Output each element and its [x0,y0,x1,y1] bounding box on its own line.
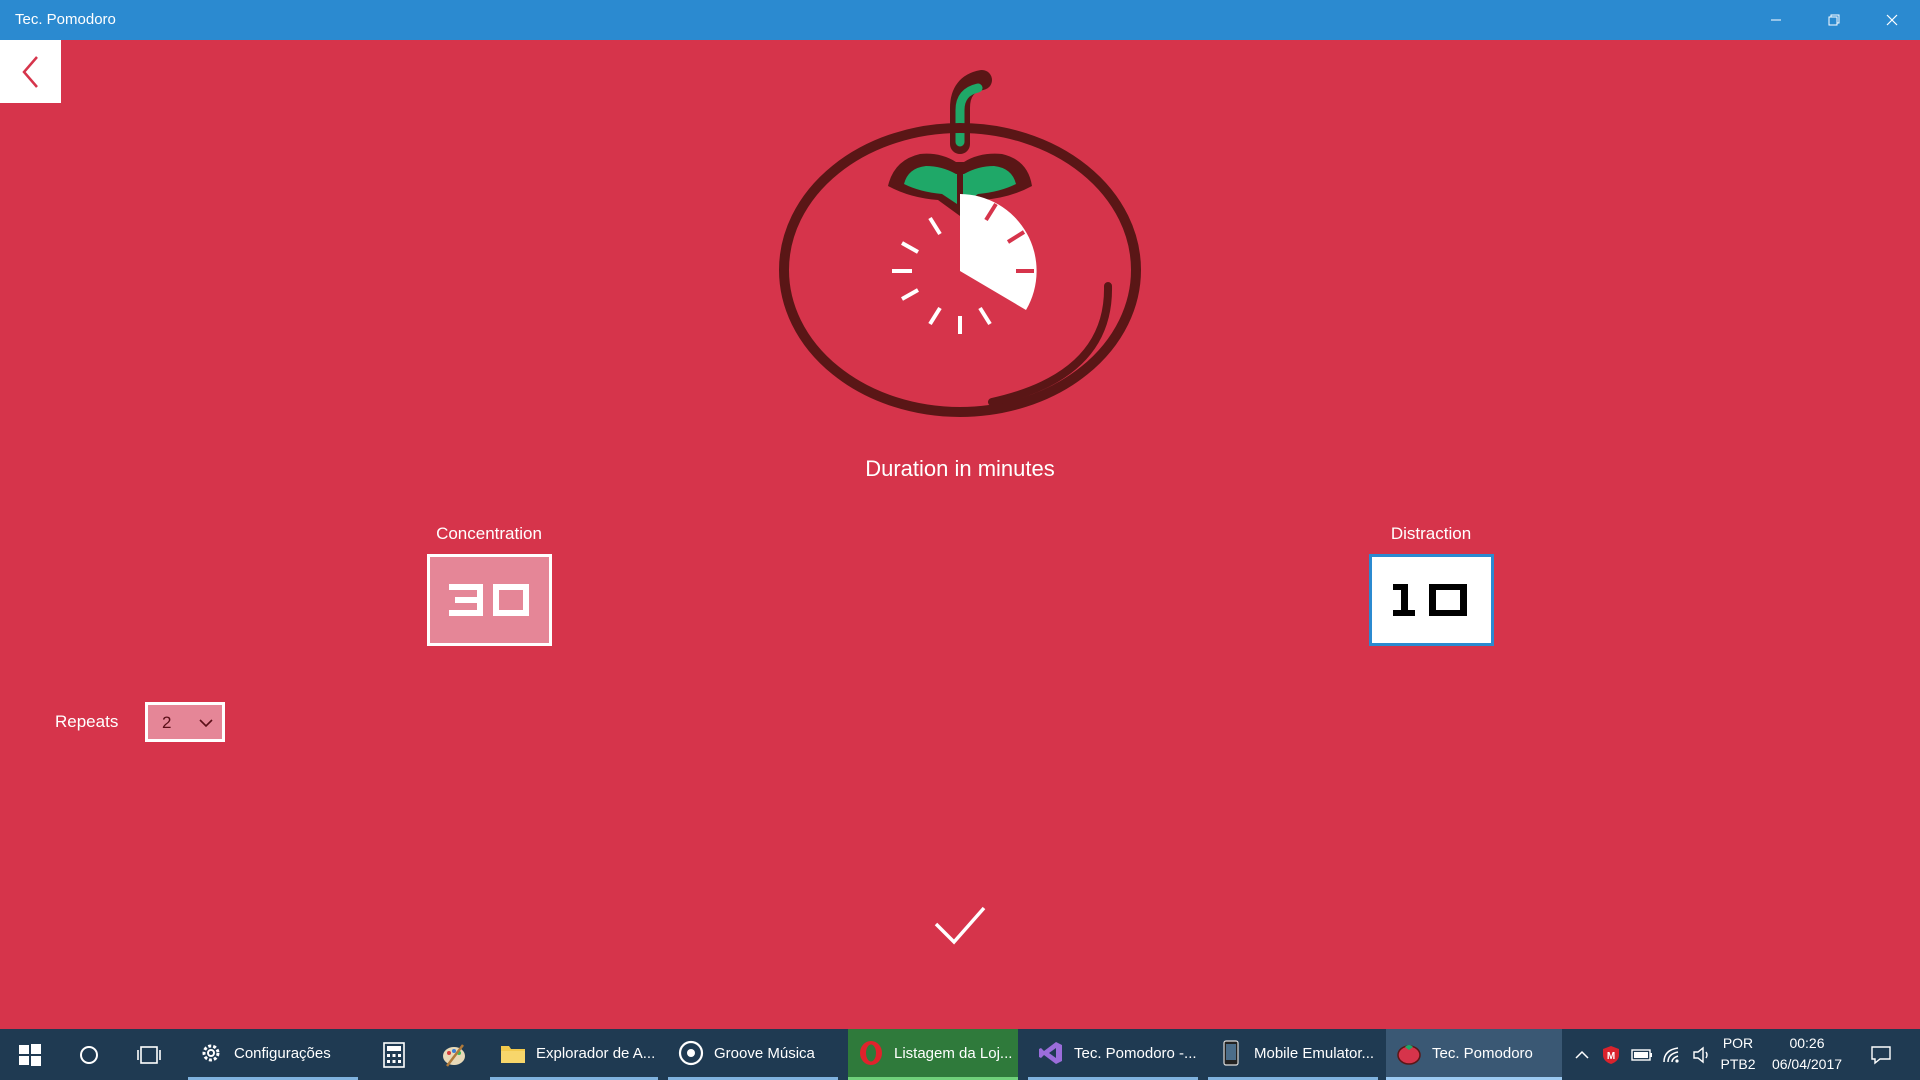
taskbar-app-label: Mobile Emulator... [1254,1044,1375,1062]
taskbar-paint[interactable] [428,1029,480,1080]
taskbar-app-label: Explorador de A... [536,1044,656,1062]
title-bar: Tec. Pomodoro [0,0,1920,40]
language-code: POR [1722,1035,1754,1051]
repeats-value: 2 [162,713,172,732]
visual-studio-icon [1038,1040,1064,1066]
folder-icon [500,1040,526,1066]
taskbar: Configurações Explorador de A... Groove … [0,1029,1920,1080]
taskbar-app-visual-studio[interactable]: Tec. Pomodoro -... [1028,1029,1198,1080]
taskbar-app-opera[interactable]: Listagem da Loj... [848,1029,1018,1080]
chevron-down-icon [199,719,213,728]
window-title: Tec. Pomodoro [15,11,116,28]
clock-time: 00:26 [1789,1035,1825,1051]
clock[interactable]: 00:26 06/04/2017 [1762,1033,1852,1075]
taskbar-app-label: Tec. Pomodoro -... [1074,1044,1197,1062]
cortana-button[interactable] [60,1029,118,1080]
tray-network[interactable] [1658,1029,1686,1080]
minimize-button[interactable] [1748,0,1804,40]
taskbar-app-explorer[interactable]: Explorador de A... [490,1029,658,1080]
taskbar-app-settings[interactable]: Configurações [188,1029,358,1080]
tomato-icon [1396,1040,1422,1066]
paint-palette-icon [443,1043,465,1067]
taskbar-app-pomodoro[interactable]: Tec. Pomodoro [1386,1029,1562,1080]
calculator-icon [383,1041,405,1068]
notifications-icon [1871,1045,1891,1064]
tray-battery[interactable] [1628,1029,1656,1080]
show-hidden-icons-button[interactable] [1570,1029,1594,1080]
input-language[interactable]: POR PTB2 [1718,1033,1758,1075]
close-button[interactable] [1864,0,1920,40]
minimize-icon [1771,19,1781,21]
back-button[interactable] [0,40,61,103]
svg-text:M: M [1607,1051,1615,1062]
windows-logo-icon [19,1043,41,1066]
distraction-input[interactable]: 10 [1369,554,1494,646]
taskbar-app-label: Configurações [234,1044,331,1062]
battery-icon [1631,1048,1652,1061]
task-view-icon [137,1045,161,1064]
app-content: Duration in minutes Concentration 30 Dis… [0,40,1920,1029]
tomato-timer-icon [779,70,1141,417]
taskbar-app-label: Tec. Pomodoro [1432,1044,1533,1062]
taskbar-calculator[interactable] [368,1029,420,1080]
gear-icon [198,1040,224,1066]
duration-label: Duration in minutes [865,456,1055,481]
restore-icon [1828,14,1840,26]
repeats-dropdown[interactable]: 2 [145,702,225,742]
concentration-input[interactable]: 30 [427,554,552,646]
close-icon [1886,14,1898,26]
clock-date: 06/04/2017 [1771,1056,1843,1072]
taskbar-app-groove[interactable]: Groove Música [668,1029,838,1080]
groove-icon [678,1040,704,1066]
taskbar-app-mobile-emulator[interactable]: Mobile Emulator... [1208,1029,1378,1080]
start-button[interactable] [0,1029,60,1080]
wifi-icon [1663,1046,1679,1063]
tray-antivirus[interactable]: M [1598,1029,1624,1080]
concentration-label: Concentration [436,524,542,543]
opera-icon [858,1040,884,1066]
confirm-check-button[interactable] [930,900,990,950]
chevron-left-icon [21,55,38,88]
taskbar-app-label: Listagem da Loj... [894,1044,1013,1062]
task-view-button[interactable] [120,1029,178,1080]
mcafee-shield-icon: M [1603,1045,1619,1064]
restore-button[interactable] [1806,0,1862,40]
cortana-circle-icon [80,1045,98,1064]
action-center-button[interactable] [1858,1029,1904,1080]
concentration-digits [448,584,529,616]
tray-volume[interactable] [1688,1029,1716,1080]
keyboard-layout: PTB2 [1720,1056,1756,1072]
chevron-up-icon [1575,1050,1589,1059]
distraction-label: Distraction [1390,524,1472,543]
repeats-label: Repeats [55,712,119,731]
speaker-icon [1693,1046,1708,1063]
taskbar-app-label: Groove Música [714,1044,815,1062]
phone-icon [1218,1040,1244,1066]
distraction-digits [1392,584,1467,616]
